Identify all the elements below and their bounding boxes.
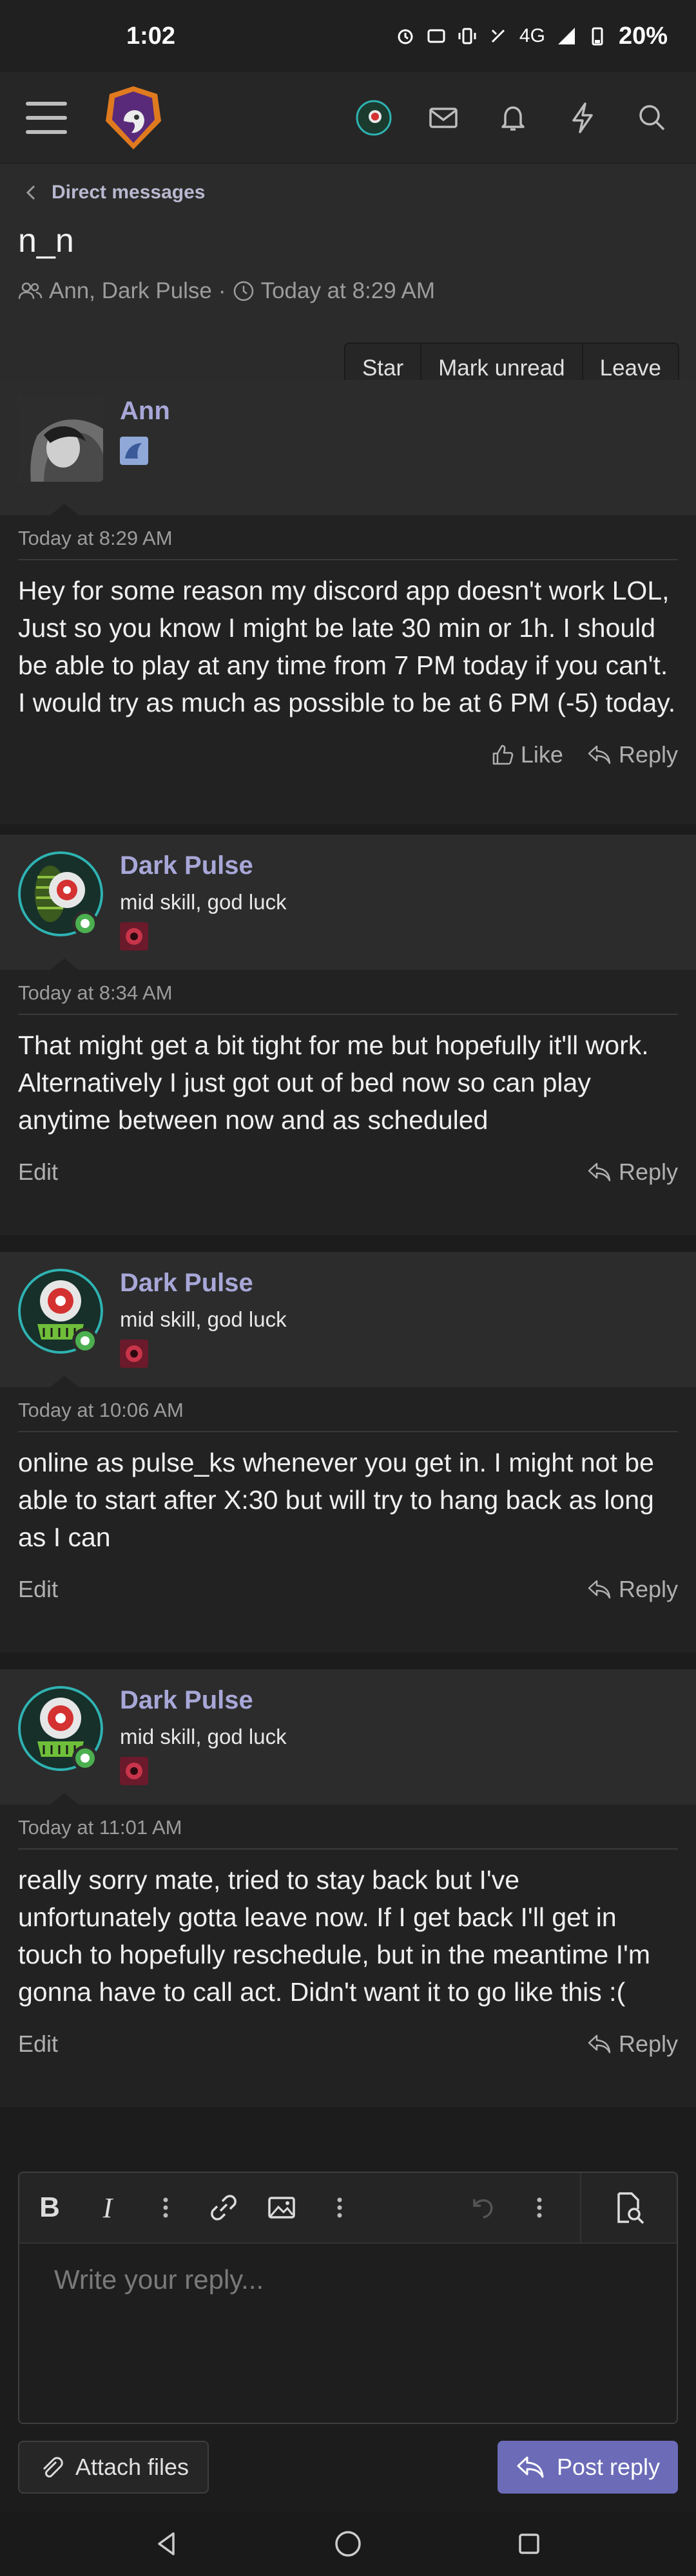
online-indicator	[72, 911, 98, 936]
network-type: 4G	[519, 25, 545, 46]
bolt-icon[interactable]	[565, 100, 601, 136]
more-vertical-icon[interactable]	[148, 2190, 183, 2225]
reply-icon	[517, 2456, 544, 2478]
author-name[interactable]: Dark Pulse	[120, 1269, 253, 1298]
app-header	[0, 72, 696, 164]
alarm-icon	[398, 29, 413, 44]
preview-button[interactable]	[580, 2173, 677, 2243]
system-nav-bar	[0, 2512, 696, 2576]
post-date[interactable]: Today at 8:34 AM	[18, 981, 678, 1015]
start-time: Today at 8:29 AM	[260, 278, 436, 303]
reply-icon	[588, 745, 611, 764]
user-badge-icon	[120, 437, 148, 465]
online-indicator	[72, 1745, 98, 1771]
user-badge-icon	[120, 922, 148, 951]
post-actions: Edit Reply	[18, 2025, 678, 2063]
user-title: mid skill, god luck	[120, 890, 287, 914]
battery-icon	[592, 27, 603, 46]
menu-icon[interactable]	[26, 101, 67, 134]
post-header: Dark Pulse mid skill, god luck	[0, 835, 696, 970]
search-icon[interactable]	[634, 100, 670, 136]
thumbs-up-icon	[492, 744, 514, 765]
more-vertical-icon[interactable]	[522, 2190, 557, 2225]
user-badge-icon	[120, 1757, 148, 1785]
undo-icon[interactable]	[464, 2190, 499, 2225]
chevron-left-icon	[26, 185, 35, 200]
status-time: 1:02	[126, 22, 176, 50]
preview-icon	[617, 2192, 644, 2224]
message-post: Dark Pulse mid skill, god luck Today at …	[0, 1252, 696, 1653]
nfc-icon	[427, 29, 445, 43]
editor-toolbar: B I	[19, 2173, 677, 2244]
post-date[interactable]: Today at 8:29 AM	[18, 527, 678, 560]
user-title: mid skill, god luck	[120, 1725, 287, 1748]
reply-button[interactable]: Reply	[586, 1576, 678, 1603]
recents-icon[interactable]	[515, 2530, 543, 2558]
author-name[interactable]: Ann	[120, 397, 170, 426]
post-text: really sorry mate, tried to stay back bu…	[18, 1865, 650, 2007]
reply-icon	[588, 1162, 611, 1182]
breadcrumb[interactable]: Direct messages	[18, 175, 678, 210]
post-header: Ann	[0, 380, 696, 515]
reply-button[interactable]: Reply	[586, 2031, 678, 2058]
paperclip-icon	[43, 2457, 63, 2477]
italic-button[interactable]: I	[90, 2190, 125, 2225]
image-icon[interactable]	[264, 2190, 299, 2225]
user-title: mid skill, god luck	[120, 1307, 287, 1331]
home-icon[interactable]	[333, 2528, 363, 2559]
reply-editor: B I Write your reply...	[18, 2172, 678, 2424]
message-post: Ann Today at 8:29 AM Hey for some reason…	[0, 380, 696, 824]
site-logo[interactable]	[98, 82, 169, 153]
link-icon[interactable]	[206, 2190, 241, 2225]
reply-icon	[588, 2034, 611, 2054]
post-text: online as pulse_ks whenever you get in. …	[18, 1448, 654, 1552]
attach-files-button[interactable]: Attach files	[18, 2441, 209, 2494]
battery-level: 20%	[618, 22, 668, 50]
clock-icon	[233, 281, 253, 301]
signal-icon	[557, 28, 575, 44]
edit-button[interactable]: Edit	[18, 1159, 58, 1186]
reply-button[interactable]: Reply	[586, 741, 678, 768]
more-vertical-icon[interactable]	[322, 2190, 357, 2225]
post-actions: Edit Reply	[18, 1570, 678, 1609]
avatar[interactable]	[18, 397, 103, 482]
post-date[interactable]: Today at 10:06 AM	[18, 1399, 678, 1432]
status-bar: 1:02 4G 20%	[0, 0, 696, 72]
users-icon	[18, 282, 43, 299]
post-text: That might get a bit tight for me but ho…	[18, 1030, 649, 1135]
conversation-header: Direct messages n_n Ann, Dark Pulse · To…	[0, 164, 696, 398]
inbox-icon[interactable]	[425, 100, 461, 136]
vibrate-icon	[458, 28, 476, 44]
meta-separator: ·	[218, 278, 226, 303]
post-actions: Like Reply	[18, 735, 678, 774]
post-actions: Edit Reply	[18, 1153, 678, 1191]
post-text: Hey for some reason my discord app doesn…	[18, 576, 676, 717]
post-date[interactable]: Today at 11:01 AM	[18, 1816, 678, 1850]
author-name[interactable]: Dark Pulse	[120, 1686, 253, 1715]
bold-button[interactable]: B	[32, 2190, 67, 2225]
message-post: Dark Pulse mid skill, god luck Today at …	[0, 1669, 696, 2107]
message-post: Dark Pulse mid skill, god luck Today at …	[0, 835, 696, 1235]
user-avatar[interactable]	[356, 100, 392, 136]
volte-icon	[491, 29, 505, 43]
back-icon[interactable]	[153, 2530, 181, 2558]
edit-button[interactable]: Edit	[18, 2031, 58, 2058]
like-button[interactable]: Like	[491, 741, 563, 768]
participants: Ann, Dark Pulse	[49, 278, 212, 303]
conversation-meta: Ann, Dark Pulse · Today at 8:29 AM	[18, 278, 678, 304]
post-header: Dark Pulse mid skill, god luck	[0, 1669, 696, 1804]
post-header: Dark Pulse mid skill, god luck	[0, 1252, 696, 1387]
status-icons: 4G 20%	[396, 23, 668, 50]
edit-button[interactable]: Edit	[18, 1576, 58, 1603]
reply-input[interactable]: Write your reply...	[19, 2244, 677, 2316]
reply-icon	[588, 1580, 611, 1599]
post-reply-button[interactable]: Post reply	[498, 2441, 678, 2494]
breadcrumb-label[interactable]: Direct messages	[52, 182, 205, 204]
page-title: n_n	[18, 222, 74, 260]
user-badge-icon	[120, 1340, 148, 1368]
reply-button[interactable]: Reply	[586, 1159, 678, 1186]
bell-icon[interactable]	[495, 100, 531, 136]
online-indicator	[72, 1328, 98, 1354]
author-name[interactable]: Dark Pulse	[120, 851, 253, 880]
